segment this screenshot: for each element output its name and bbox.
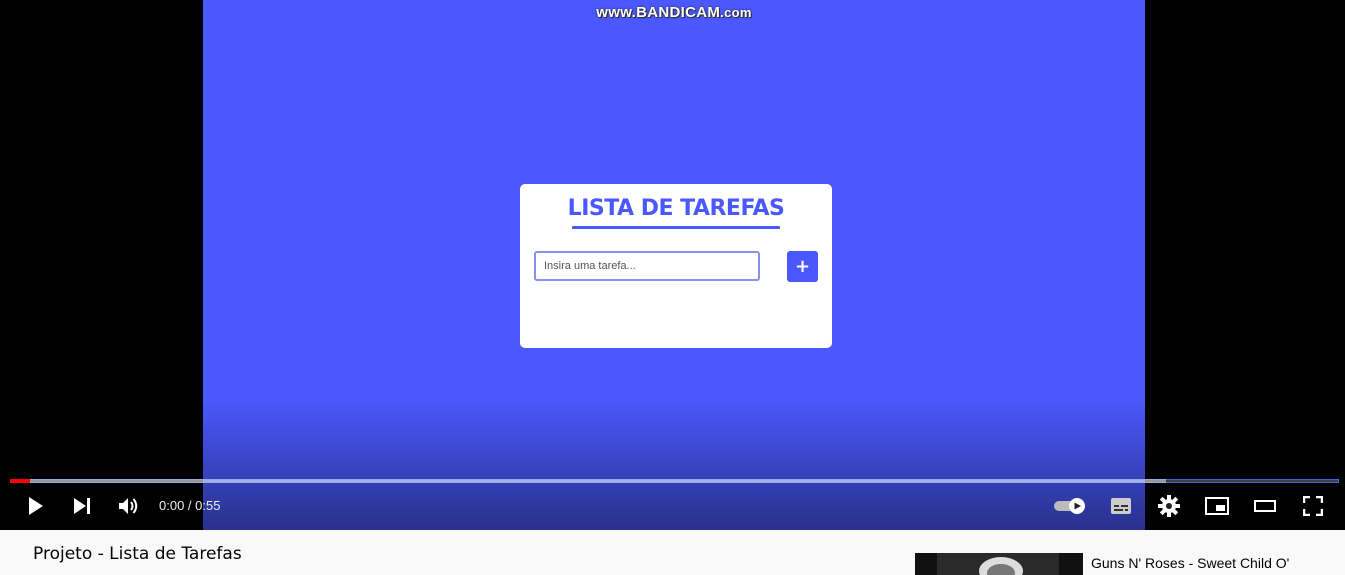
next-icon [74, 498, 90, 514]
title-underline [572, 226, 780, 229]
theater-mode-icon [1254, 500, 1276, 512]
watermark-suffix: .com [720, 5, 752, 20]
next-button[interactable] [64, 490, 100, 522]
fullscreen-button[interactable] [1296, 490, 1330, 522]
theater-mode-button[interactable] [1248, 490, 1282, 522]
todo-card: LISTA DE TAREFAS + [520, 184, 832, 348]
thumbnail-image [915, 553, 1083, 575]
volume-button[interactable] [112, 490, 146, 522]
add-task-button[interactable]: + [787, 251, 818, 282]
watermark-main: www.BANDICAM [596, 4, 721, 21]
recommendation-title[interactable]: Guns N' Roses - Sweet Child O' [1091, 555, 1289, 571]
video-title: Projeto - Lista de Tarefas [33, 544, 242, 564]
gear-icon [1158, 495, 1180, 517]
time-display: 0:00 / 0:55 [159, 498, 221, 513]
bandicam-watermark: www.BANDICAM.com [587, 4, 761, 21]
miniplayer-icon [1205, 497, 1229, 515]
task-input[interactable] [534, 251, 760, 281]
video-player[interactable]: www.BANDICAM.com LISTA DE TAREFAS + 0:00… [0, 0, 1345, 530]
progress-buffered [10, 479, 1167, 483]
video-frame[interactable]: www.BANDICAM.com LISTA DE TAREFAS + [203, 0, 1145, 530]
subtitles-button[interactable] [1104, 490, 1138, 522]
todo-title: LISTA DE TAREFAS [567, 196, 785, 221]
autoplay-toggle-icon [1054, 498, 1085, 514]
miniplayer-button[interactable] [1200, 490, 1234, 522]
autoplay-toggle[interactable] [1050, 490, 1090, 522]
play-icon [29, 497, 43, 515]
recommendation-thumbnail[interactable] [915, 553, 1083, 575]
play-button[interactable] [18, 490, 52, 522]
subtitles-icon [1111, 498, 1131, 514]
progress-played [10, 479, 30, 483]
fullscreen-icon [1303, 496, 1323, 516]
volume-icon [119, 498, 138, 514]
progress-bar[interactable] [10, 478, 1339, 484]
settings-button[interactable] [1152, 490, 1186, 522]
